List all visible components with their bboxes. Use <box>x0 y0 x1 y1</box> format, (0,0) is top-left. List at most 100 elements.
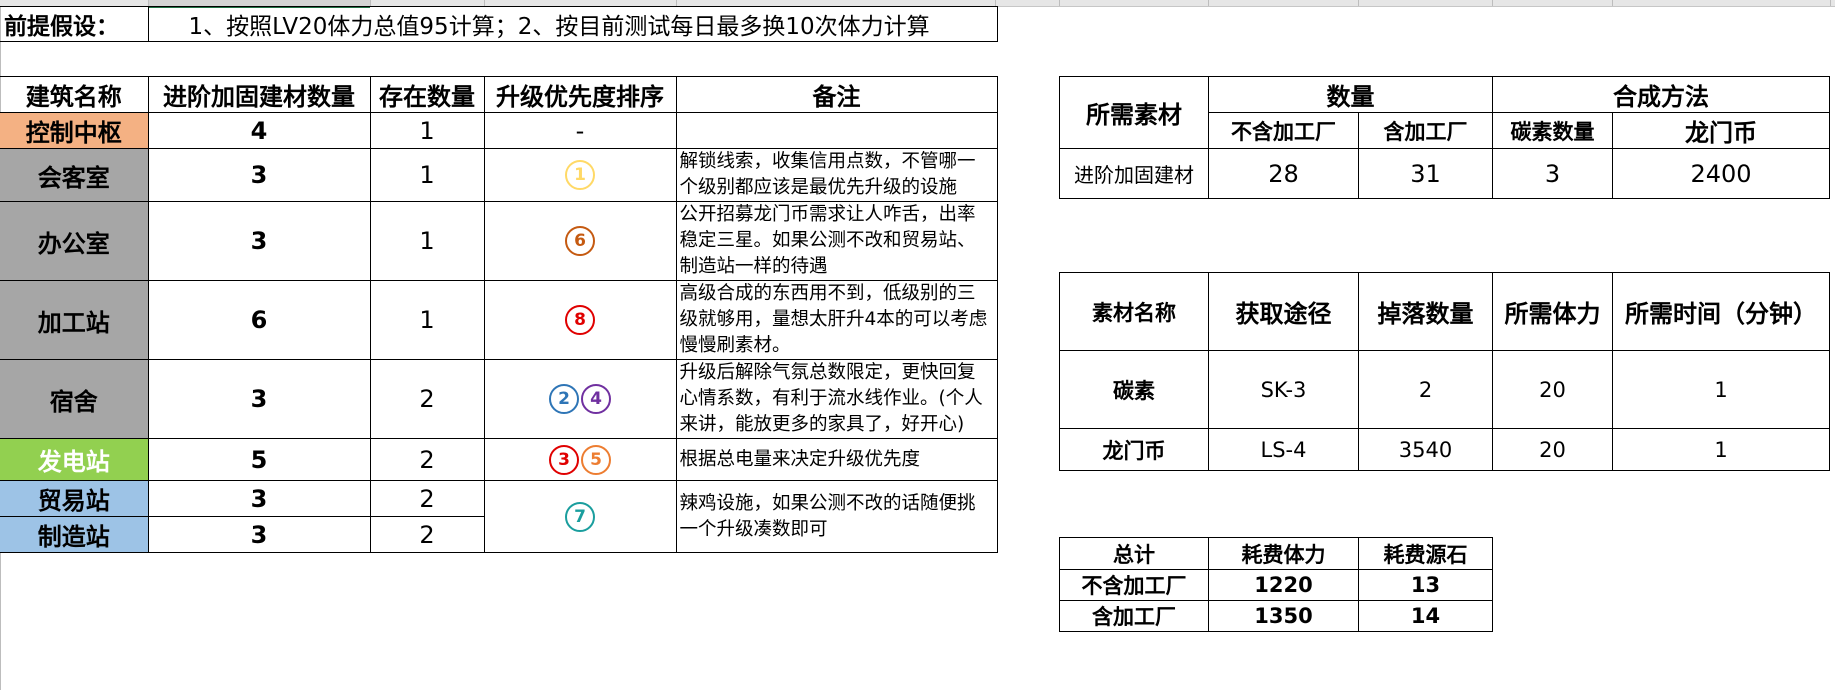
building-name[interactable]: 加工站 <box>0 280 149 360</box>
note-cell[interactable]: 升级后解除气氛总数限定，更快回复心情系数，有利于流水线作业。(个人来讲，能放更多… <box>675 359 998 439</box>
material-stamina[interactable]: 20 <box>1492 428 1613 471</box>
note-cell[interactable]: 解锁线索，收集信用点数，不管哪一个级别都应该是最优先升级的设施 <box>675 148 998 202</box>
material-time[interactable]: 1 <box>1612 350 1830 429</box>
totals-header-row: 总计 耗费体力 耗费源石 <box>1059 537 1493 570</box>
material-count[interactable]: 3 <box>147 516 371 553</box>
column-divider <box>1830 0 1831 6</box>
material-count[interactable]: 3 <box>147 148 371 202</box>
existing-count[interactable]: 1 <box>369 201 485 281</box>
material-count[interactable]: 3 <box>147 201 371 281</box>
total-originium[interactable]: 14 <box>1358 600 1493 632</box>
total-stamina[interactable]: 1350 <box>1208 600 1359 632</box>
existing-count[interactable]: 2 <box>369 359 485 439</box>
priority-badge: 5 <box>581 444 611 475</box>
premise-text[interactable]: 1、按照LV20体力总值95计算；2、按目前测试每日最多换10次体力计算 <box>147 6 998 42</box>
note-cell[interactable]: 根据总电量来决定升级优先度 <box>675 438 998 481</box>
total-originium[interactable]: 13 <box>1358 569 1493 601</box>
header-originium-cost[interactable]: 耗费源石 <box>1358 537 1493 570</box>
material-source[interactable]: SK-3 <box>1208 350 1359 429</box>
column-divider <box>1612 0 1613 6</box>
premise-table: 前提假设： 1、按照LV20体力总值95计算；2、按目前测试每日最多换10次体力… <box>0 6 998 42</box>
building-name[interactable]: 宿舍 <box>0 359 149 439</box>
note-cell[interactable]: 辣鸡设施，如果公测不改的话随便挑一个升级凑数即可 <box>675 480 998 553</box>
material-drop-count[interactable]: 2 <box>1358 350 1493 429</box>
building-name[interactable]: 办公室 <box>0 201 149 281</box>
header-lmd[interactable]: 龙门币 <box>1612 112 1830 149</box>
carbon-count[interactable]: 3 <box>1492 148 1613 199</box>
header-time[interactable]: 所需时间（分钟） <box>1612 272 1830 351</box>
priority-cell[interactable]: 8 <box>483 280 677 360</box>
building-name[interactable]: 贸易站 <box>0 480 149 517</box>
building-name[interactable]: 会客室 <box>0 148 149 202</box>
material-source[interactable]: LS-4 <box>1208 428 1359 471</box>
column-divider <box>1358 0 1359 6</box>
header-source[interactable]: 获取途径 <box>1208 272 1359 351</box>
header-material-count[interactable]: 进阶加固建材数量 <box>147 76 371 113</box>
table-row: 宿舍 3 2 24 升级后解除气氛总数限定，更快回复心情系数，有利于流水线作业。… <box>0 359 998 439</box>
total-label[interactable]: 含加工厂 <box>1059 600 1209 632</box>
header-stamina[interactable]: 所需体力 <box>1492 272 1613 351</box>
material-name[interactable]: 进阶加固建材 <box>1059 148 1209 199</box>
premise-label[interactable]: 前提假设： <box>0 6 149 42</box>
header-stamina-cost[interactable]: 耗费体力 <box>1208 537 1359 570</box>
existing-count[interactable]: 1 <box>369 148 485 202</box>
header-synthesis-method[interactable]: 合成方法 <box>1492 76 1830 113</box>
table-row: 碳素 SK-3 2 20 1 <box>1059 350 1830 429</box>
material-count[interactable]: 4 <box>147 112 371 149</box>
priority-badge: 7 <box>565 501 595 532</box>
header-with-factory[interactable]: 含加工厂 <box>1358 112 1493 149</box>
priority-cell[interactable]: 24 <box>483 359 677 439</box>
header-required-material[interactable]: 所需素材 <box>1059 76 1209 149</box>
required-material-table: 所需素材 数量 合成方法 不含加工厂 含加工厂 碳素数量 龙门币 进阶加固建材 … <box>1059 76 1830 199</box>
existing-count[interactable]: 1 <box>369 112 485 149</box>
material-time[interactable]: 1 <box>1612 428 1830 471</box>
header-note[interactable]: 备注 <box>675 76 998 113</box>
note-cell[interactable]: 公开招募龙门币需求让人咋舌，出率稳定三星。如果公测不改和贸易站、制造站一样的待遇 <box>675 201 998 281</box>
column-divider <box>1059 0 1060 6</box>
material-stamina[interactable]: 20 <box>1492 350 1613 429</box>
material-count[interactable]: 6 <box>147 280 371 360</box>
priority-cell[interactable]: 7 <box>483 480 677 553</box>
header-carbon-count[interactable]: 碳素数量 <box>1492 112 1613 149</box>
priority-badge: 3 <box>549 444 579 475</box>
building-name[interactable]: 制造站 <box>0 516 149 553</box>
building-name[interactable]: 发电站 <box>0 438 149 481</box>
material-count[interactable]: 3 <box>147 359 371 439</box>
material-count[interactable]: 3 <box>147 480 371 517</box>
material-name[interactable]: 龙门币 <box>1059 428 1209 471</box>
total-stamina[interactable]: 1220 <box>1208 569 1359 601</box>
priority-cell[interactable]: 6 <box>483 201 677 281</box>
header-quantity[interactable]: 数量 <box>1208 76 1493 113</box>
existing-count[interactable]: 2 <box>369 438 485 481</box>
priority-cell[interactable]: 35 <box>483 438 677 481</box>
header-drop-count[interactable]: 掉落数量 <box>1358 272 1493 351</box>
total-label[interactable]: 不含加工厂 <box>1059 569 1209 601</box>
building-name[interactable]: 控制中枢 <box>0 112 149 149</box>
header-existing-count[interactable]: 存在数量 <box>369 76 485 113</box>
material-drop-count[interactable]: 3540 <box>1358 428 1493 471</box>
note-cell[interactable] <box>675 112 998 149</box>
header-total[interactable]: 总计 <box>1059 537 1209 570</box>
table-row: 发电站 5 2 35 根据总电量来决定升级优先度 <box>0 438 998 481</box>
priority-cell[interactable]: 1 <box>483 148 677 202</box>
existing-count[interactable]: 1 <box>369 280 485 360</box>
qty-with-factory[interactable]: 31 <box>1358 148 1493 199</box>
material-name[interactable]: 碳素 <box>1059 350 1209 429</box>
header-material-name[interactable]: 素材名称 <box>1059 272 1209 351</box>
existing-count[interactable]: 2 <box>369 516 485 553</box>
table-row: 龙门币 LS-4 3540 20 1 <box>1059 428 1830 471</box>
priority-cell[interactable]: - <box>483 112 677 149</box>
material-count[interactable]: 5 <box>147 438 371 481</box>
table-row: 含加工厂 1350 14 <box>1059 600 1493 632</box>
note-cell[interactable]: 高级合成的东西用不到，低级别的三级就够用，量想太肝升4本的可以考虑慢慢刷素材。 <box>675 280 998 360</box>
qty-no-factory[interactable]: 28 <box>1208 148 1359 199</box>
lmd-count[interactable]: 2400 <box>1612 148 1830 199</box>
header-building-name[interactable]: 建筑名称 <box>0 76 149 113</box>
header-no-factory[interactable]: 不含加工厂 <box>1208 112 1359 149</box>
priority-badge: 4 <box>581 384 611 414</box>
header-priority[interactable]: 升级优先度排序 <box>483 76 677 113</box>
buildings-header-row: 建筑名称 进阶加固建材数量 存在数量 升级优先度排序 备注 <box>0 76 998 113</box>
column-divider <box>1492 0 1493 6</box>
existing-count[interactable]: 2 <box>369 480 485 517</box>
table-row: 办公室 3 1 6 公开招募龙门币需求让人咋舌，出率稳定三星。如果公测不改和贸易… <box>0 201 998 281</box>
